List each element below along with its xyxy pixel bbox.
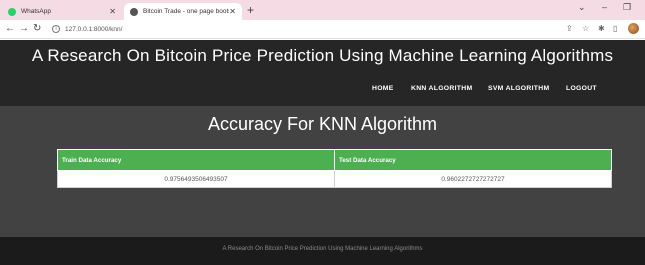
minimize-button[interactable]: – — [602, 2, 607, 12]
site-header: A Research On Bitcoin Price Prediction U… — [0, 40, 645, 106]
site-footer: A Research On Bitcoin Price Prediction U… — [0, 237, 645, 265]
table-header-row: Train Data Accuracy Test Data Accuracy — [57, 149, 612, 171]
chevron-down-icon[interactable]: ⌄ — [578, 2, 586, 13]
train-accuracy-value: 0.9756493506493507 — [57, 170, 335, 188]
sidebar-icon[interactable]: ▯ — [613, 24, 617, 33]
restore-button[interactable]: ❐ — [623, 2, 631, 13]
extensions-icon[interactable]: ✱ — [598, 24, 605, 33]
close-tab-icon[interactable]: ✕ — [109, 7, 116, 16]
new-tab-button[interactable]: + — [247, 3, 254, 17]
browser-tab-strip: WhatsApp ✕ Bitcoin Trade - one page boot… — [0, 0, 645, 20]
nav-knn-algorithm[interactable]: KNN ALGORITHM — [411, 85, 472, 92]
share-icon[interactable]: ⇪ — [566, 24, 573, 33]
browser-toolbar: ← → ↻ i 127.0.0.1:8000/knn/ ⇪ ☆ ✱ ▯ — [0, 20, 645, 39]
forward-arrow-icon[interactable]: → — [19, 23, 29, 35]
close-tab-icon[interactable]: ✕ — [229, 7, 236, 16]
test-accuracy-value: 0.9602272727272727 — [334, 170, 612, 188]
nav-home[interactable]: HOME — [372, 85, 394, 92]
info-icon[interactable]: i — [52, 25, 60, 33]
site-title: A Research On Bitcoin Price Prediction U… — [31, 46, 614, 65]
table-row: 0.9756493506493507 0.9602272727272727 — [57, 170, 612, 188]
page-title: Accuracy For KNN Algorithm — [207, 114, 438, 134]
tab-bitcoin-trade[interactable]: Bitcoin Trade - one page bootstr ✕ — [124, 3, 242, 20]
reload-icon[interactable]: ↻ — [33, 23, 41, 35]
profile-avatar[interactable] — [628, 23, 639, 34]
column-header-train: Train Data Accuracy — [57, 149, 335, 171]
back-arrow-icon[interactable]: ← — [5, 23, 15, 35]
column-header-test: Test Data Accuracy — [334, 149, 612, 171]
url-text: 127.0.0.1:8000/knn/ — [65, 25, 123, 33]
footer-text: A Research On Bitcoin Price Prediction U… — [222, 246, 423, 252]
accuracy-table: Train Data Accuracy Test Data Accuracy 0… — [57, 149, 612, 188]
tab-whatsapp[interactable]: WhatsApp ✕ — [2, 3, 122, 20]
nav-logout[interactable]: LOGOUT — [566, 85, 597, 92]
tab-title: WhatsApp — [21, 8, 51, 15]
main-content: Accuracy For KNN Algorithm Train Data Ac… — [0, 106, 645, 237]
globe-icon — [130, 7, 138, 16]
whatsapp-icon — [8, 7, 16, 16]
nav-svm-algorithm[interactable]: SVM ALGORITHM — [488, 85, 549, 92]
tab-title: Bitcoin Trade - one page bootstr — [143, 8, 230, 15]
star-icon[interactable]: ☆ — [582, 24, 589, 33]
address-bar[interactable]: i 127.0.0.1:8000/knn/ — [52, 23, 122, 35]
